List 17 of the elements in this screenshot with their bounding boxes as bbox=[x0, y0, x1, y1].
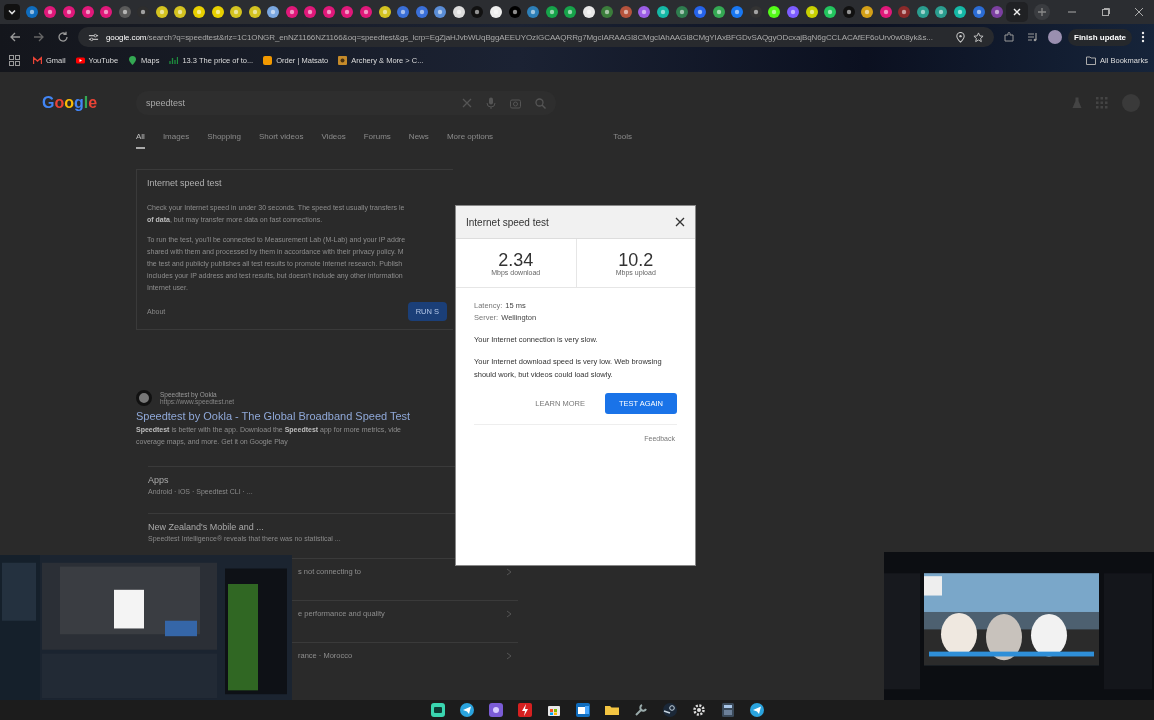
address-bar[interactable]: google.com/search?q=speedtest&rlz=1C1ONGR_enNZ1166NZ1166&oq=speedtest&gs_lcrp=EgZjaHJvbWUqBggAEEUYOzIGCAAQRRg7MgcIARAAGI8CMgcIAhAAGI8CMgYIAxBFGDvSAQgyODcxajBqN6gCCLACAfEF6oUrv0w08yk&s... bbox=[78, 27, 994, 47]
google-logo[interactable]: Google bbox=[42, 94, 122, 112]
card-title: Internet speed test bbox=[147, 178, 223, 188]
search-tab[interactable]: Forums bbox=[363, 132, 391, 149]
search-tab[interactable]: Shopping bbox=[207, 132, 241, 149]
search-tab[interactable]: Short videos bbox=[258, 132, 304, 149]
dialog-title: Internet speed test bbox=[466, 216, 549, 228]
finish-update-button[interactable]: Finish update bbox=[1068, 28, 1132, 46]
url-text: google.com/search?q=speedtest&rlz=1C1ONGR_enNZ1166NZ1166&oq=speedtest&gs_lcrp=EgZjaHJvbWUqBggAEEUYOzIGCAAQRRg7MgcIARAAGI8CMgcIAhAAGI8CMgYIAxBFGDvSAQgyODcxajBqN6gCCLACAfEF6oUrv0w08yk&s... bbox=[106, 32, 934, 42]
search-tab[interactable]: More options bbox=[446, 132, 494, 149]
search-tab[interactable]: News bbox=[408, 132, 429, 149]
search-tab[interactable]: Videos bbox=[321, 132, 346, 149]
search-tab[interactable]: Images bbox=[162, 132, 190, 149]
speed-value: 10.2 bbox=[618, 250, 654, 269]
tools-button[interactable]: Tools bbox=[613, 132, 632, 149]
speed-value: 2.34 bbox=[498, 250, 534, 269]
search-tab[interactable]: All bbox=[136, 132, 145, 149]
